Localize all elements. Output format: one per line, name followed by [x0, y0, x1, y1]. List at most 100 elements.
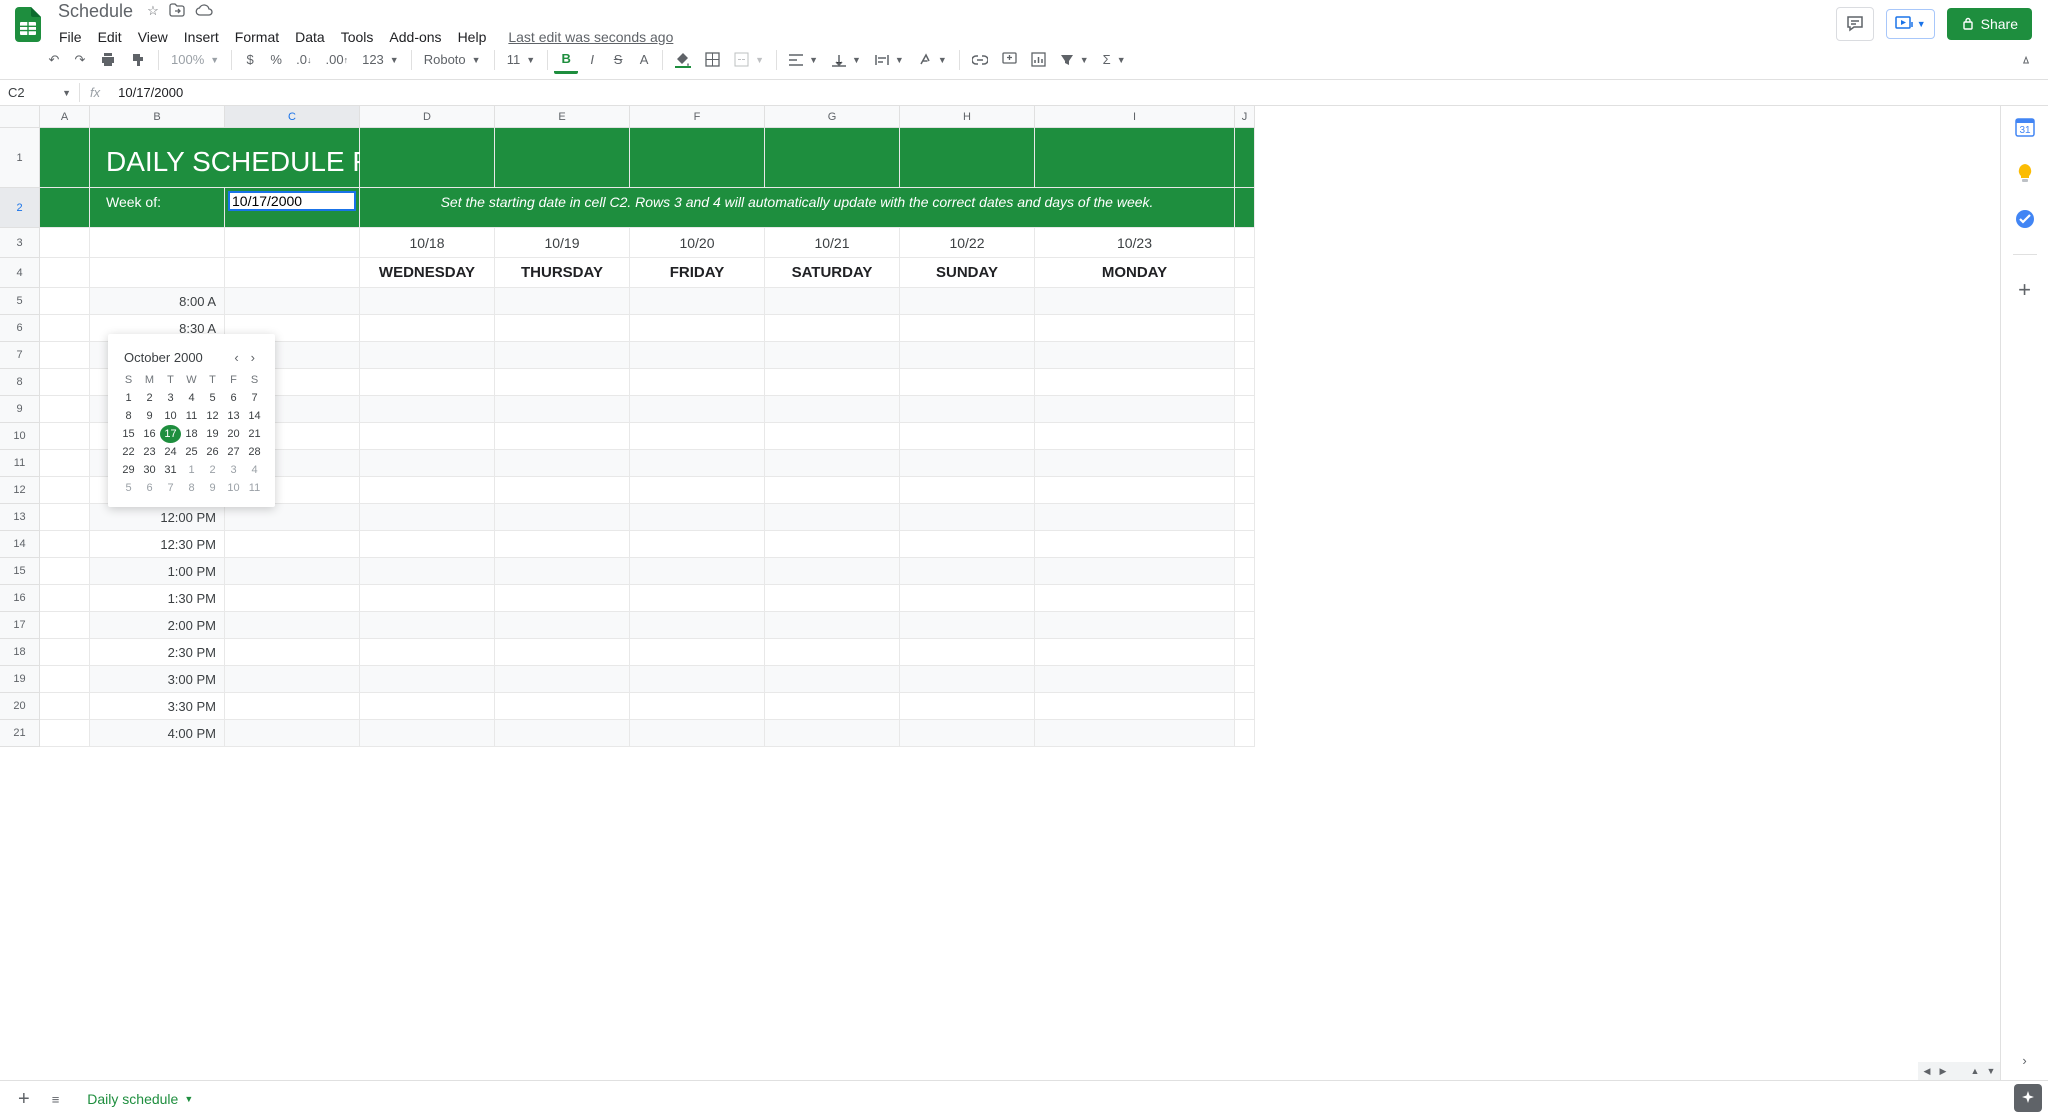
undo-button[interactable]: ↶ [42, 47, 66, 73]
date-picker-prev[interactable]: ‹ [230, 348, 242, 367]
schedule-cell[interactable] [360, 342, 495, 369]
explore-button[interactable] [2014, 1084, 2042, 1112]
cell[interactable] [40, 585, 90, 612]
schedule-cell[interactable] [900, 369, 1035, 396]
scroll-left[interactable]: ◀ [1920, 1064, 1934, 1078]
schedule-cell[interactable] [765, 531, 900, 558]
dp-day[interactable]: 2 [139, 389, 160, 407]
schedule-cell[interactable] [495, 369, 630, 396]
col-header-C[interactable]: C [225, 106, 360, 128]
schedule-cell[interactable] [1035, 666, 1235, 693]
schedule-cell[interactable] [360, 531, 495, 558]
font-dropdown[interactable]: Roboto▼ [418, 48, 488, 71]
dp-day[interactable]: 17 [160, 425, 181, 443]
col-header-B[interactable]: B [90, 106, 225, 128]
schedule-cell[interactable] [765, 423, 900, 450]
schedule-cell[interactable] [900, 504, 1035, 531]
row-header-1[interactable]: 1 [0, 128, 40, 188]
row-header-20[interactable]: 20 [0, 693, 40, 720]
font-size-dropdown[interactable]: 11▼ [501, 48, 541, 71]
col-header-H[interactable]: H [900, 106, 1035, 128]
cell[interactable] [1235, 612, 1255, 639]
cell[interactable] [40, 288, 90, 315]
row-header-4[interactable]: 4 [0, 258, 40, 288]
text-color-button[interactable]: A [632, 47, 656, 72]
cell[interactable] [40, 258, 90, 288]
dp-day[interactable]: 3 [223, 461, 244, 479]
cell[interactable] [40, 423, 90, 450]
schedule-cell[interactable] [1035, 531, 1235, 558]
dp-day[interactable]: 22 [118, 443, 139, 461]
schedule-cell[interactable] [630, 396, 765, 423]
time-cell[interactable]: 3:00 PM [90, 666, 225, 693]
comments-button[interactable] [1836, 7, 1874, 41]
row-header-7[interactable]: 7 [0, 342, 40, 369]
schedule-cell[interactable] [360, 504, 495, 531]
calendar-icon[interactable]: 31 [2014, 116, 2036, 138]
dp-day[interactable]: 12 [202, 407, 223, 425]
schedule-cell[interactable] [1035, 288, 1235, 315]
insert-link-button[interactable] [966, 50, 994, 70]
day-cell[interactable]: WEDNESDAY [360, 258, 495, 288]
schedule-cell[interactable] [495, 342, 630, 369]
row-header-9[interactable]: 9 [0, 396, 40, 423]
dp-day[interactable]: 10 [160, 407, 181, 425]
hide-side-panel[interactable]: › [2022, 1053, 2026, 1068]
dp-day[interactable]: 14 [244, 407, 265, 425]
cell[interactable] [40, 531, 90, 558]
merge-cells-button[interactable]: ▼ [728, 48, 770, 71]
schedule-cell[interactable] [900, 423, 1035, 450]
weekof-date-cell[interactable] [225, 188, 360, 228]
day-cell[interactable]: THURSDAY [495, 258, 630, 288]
cell[interactable] [225, 228, 360, 258]
dp-day[interactable]: 11 [244, 479, 265, 497]
schedule-cell[interactable] [630, 504, 765, 531]
schedule-cell[interactable] [630, 369, 765, 396]
schedule-cell[interactable] [360, 693, 495, 720]
schedule-cell[interactable] [495, 585, 630, 612]
row-header-14[interactable]: 14 [0, 531, 40, 558]
schedule-cell[interactable] [900, 612, 1035, 639]
schedule-cell[interactable] [225, 639, 360, 666]
dp-day[interactable]: 25 [181, 443, 202, 461]
schedule-cell[interactable] [225, 693, 360, 720]
schedule-cell[interactable] [495, 720, 630, 747]
dp-day[interactable]: 7 [160, 479, 181, 497]
cell[interactable] [1235, 585, 1255, 612]
schedule-cell[interactable] [765, 666, 900, 693]
day-cell[interactable]: FRIDAY [630, 258, 765, 288]
schedule-cell[interactable] [225, 720, 360, 747]
formula-bar[interactable]: 10/17/2000 [110, 83, 2048, 102]
dp-day[interactable]: 13 [223, 407, 244, 425]
schedule-cell[interactable] [765, 477, 900, 504]
number-format-dropdown[interactable]: 123▼ [356, 48, 405, 71]
row-header-11[interactable]: 11 [0, 450, 40, 477]
percent-button[interactable]: % [264, 47, 288, 72]
cell[interactable] [1235, 504, 1255, 531]
schedule-cell[interactable] [630, 639, 765, 666]
cell[interactable] [1235, 477, 1255, 504]
schedule-cell[interactable] [1035, 423, 1235, 450]
schedule-cell[interactable] [225, 531, 360, 558]
dp-day[interactable]: 31 [160, 461, 181, 479]
schedule-cell[interactable] [360, 639, 495, 666]
scroll-down[interactable]: ▼ [1984, 1064, 1998, 1078]
dp-day[interactable]: 29 [118, 461, 139, 479]
schedule-cell[interactable] [360, 612, 495, 639]
decrease-decimal-button[interactable]: .0↓ [290, 47, 317, 72]
date-cell[interactable]: 10/19 [495, 228, 630, 258]
day-cell[interactable]: SUNDAY [900, 258, 1035, 288]
row-header-6[interactable]: 6 [0, 315, 40, 342]
cell[interactable] [40, 477, 90, 504]
cloud-status-icon[interactable] [193, 1, 215, 22]
schedule-cell[interactable] [630, 450, 765, 477]
schedule-cell[interactable] [225, 288, 360, 315]
time-cell[interactable]: 12:00 PM [90, 504, 225, 531]
h-align-button[interactable]: ▼ [783, 50, 824, 70]
schedule-cell[interactable] [495, 450, 630, 477]
cell[interactable] [90, 228, 225, 258]
date-picker-next[interactable]: › [247, 348, 259, 367]
schedule-cell[interactable] [765, 558, 900, 585]
schedule-cell[interactable] [495, 423, 630, 450]
dp-day[interactable]: 21 [244, 425, 265, 443]
